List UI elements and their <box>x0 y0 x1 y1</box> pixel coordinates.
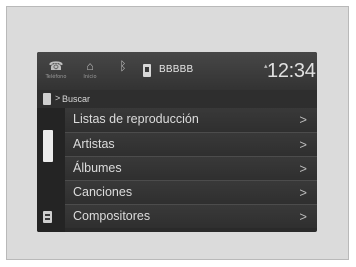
device-icon <box>143 64 151 77</box>
list-item-composers[interactable]: Compositores > <box>65 204 317 228</box>
status-bar: ☎ Teléfono ⌂ Inicio ᛒ BBBBB ▴ 12:34 <box>37 52 317 90</box>
chevron-right-icon: > <box>299 209 307 224</box>
browse-list: Listas de reproducción > Artistas > Álbu… <box>65 108 317 232</box>
chevron-right-icon: > <box>299 161 307 176</box>
breadcrumb-separator: > <box>55 93 61 103</box>
list-item-artists[interactable]: Artistas > <box>65 132 317 156</box>
scroll-rail <box>37 108 65 232</box>
chevron-right-icon: > <box>299 112 307 127</box>
source-icon <box>43 93 51 105</box>
breadcrumb-label[interactable]: Buscar <box>62 94 90 104</box>
page-frame: ☎ Teléfono ⌂ Inicio ᛒ BBBBB ▴ 12:34 > Bu… <box>6 6 349 260</box>
list-item-albums[interactable]: Álbumes > <box>65 156 317 180</box>
phone-icon[interactable]: ☎ Teléfono <box>45 58 67 84</box>
clock: 12:34 <box>267 60 316 82</box>
list-icon[interactable] <box>43 211 52 223</box>
chevron-right-icon: > <box>299 185 307 200</box>
list-item-songs[interactable]: Canciones > <box>65 180 317 204</box>
list-item-playlists[interactable]: Listas de reproducción > <box>65 108 317 132</box>
infotainment-screen: ☎ Teléfono ⌂ Inicio ᛒ BBBBB ▴ 12:34 > Bu… <box>37 52 317 232</box>
scrollbar-thumb[interactable] <box>43 130 53 162</box>
home-icon[interactable]: ⌂ Inicio <box>79 58 101 84</box>
breadcrumb: > Buscar <box>37 90 317 108</box>
bluetooth-icon: ᛒ <box>119 59 127 73</box>
device-name: BBBBB <box>159 64 194 75</box>
chevron-right-icon: > <box>299 137 307 152</box>
